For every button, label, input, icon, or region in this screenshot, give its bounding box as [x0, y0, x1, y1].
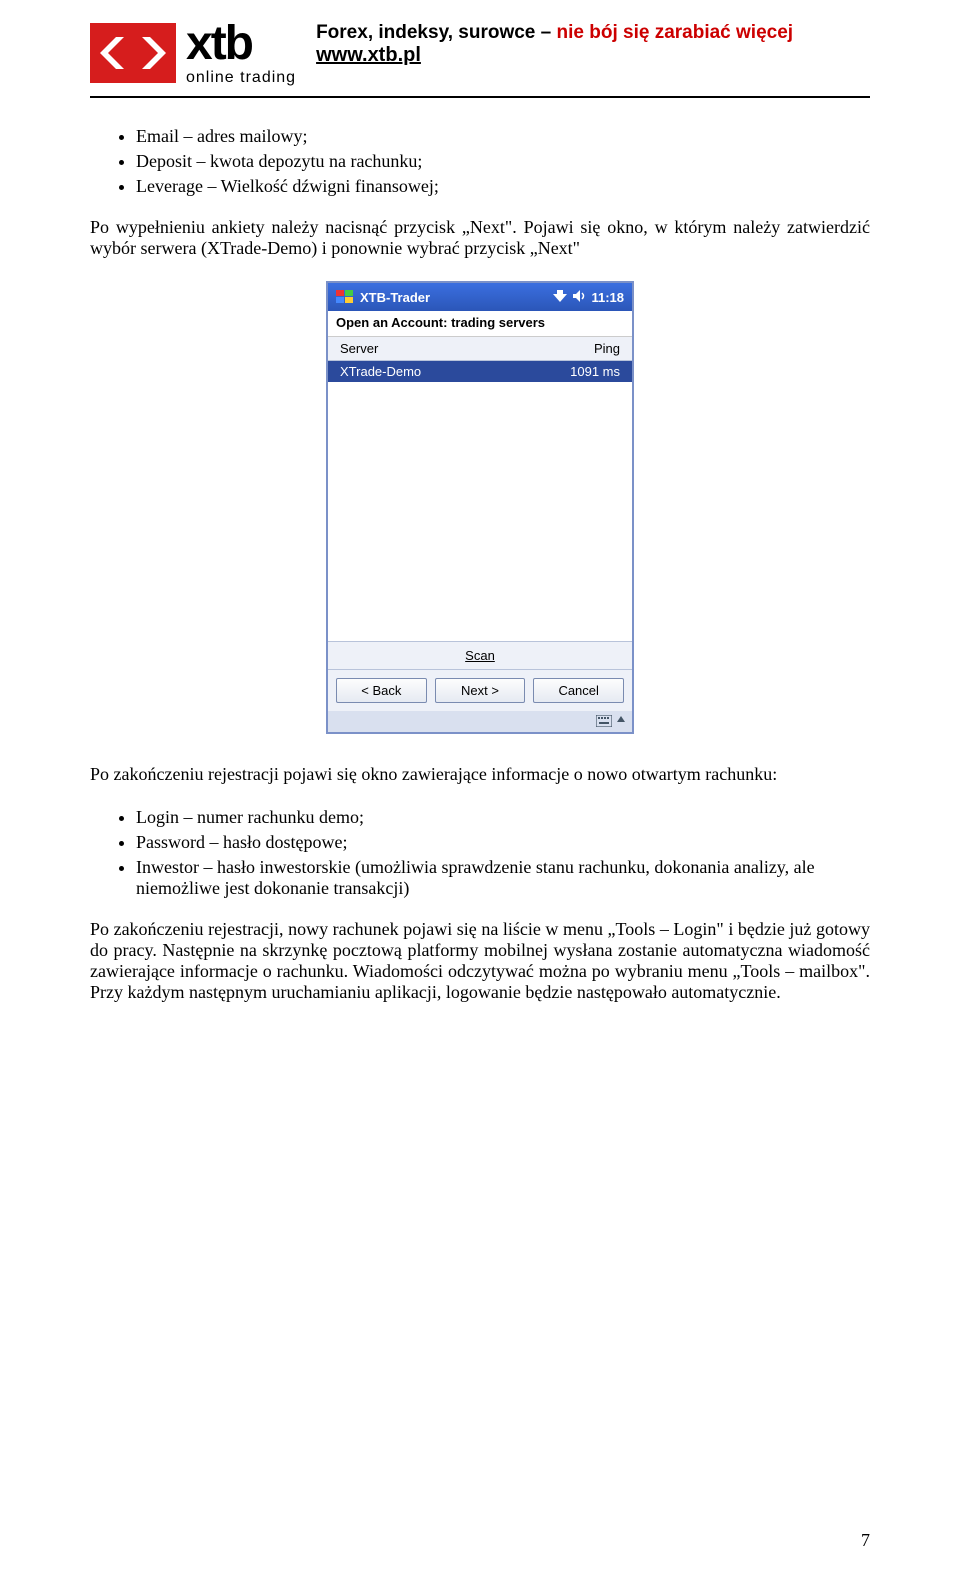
- phone-subtitle: Open an Account: trading servers: [328, 311, 632, 337]
- phone-list-body: [328, 382, 632, 642]
- header-url: www.xtb.pl: [316, 44, 793, 67]
- col-ping: Ping: [594, 341, 620, 356]
- list-item: Password – hasło dostępowe;: [136, 832, 870, 853]
- cancel-button[interactable]: Cancel: [533, 678, 624, 703]
- col-server: Server: [340, 341, 378, 356]
- phone-app-title: XTB-Trader: [360, 290, 430, 305]
- back-button[interactable]: < Back: [336, 678, 427, 703]
- windows-logo-icon: [336, 290, 354, 304]
- logo-text: xtb: [186, 20, 296, 68]
- phone-clock: 11:18: [591, 290, 624, 305]
- next-button[interactable]: Next >: [435, 678, 526, 703]
- phone-titlebar: XTB-Trader 11:18: [328, 283, 632, 311]
- scan-label: Scan: [465, 648, 495, 663]
- logo-mark-icon: [90, 23, 176, 83]
- header-tagline: Forex, indeksy, surowce – nie bój się za…: [316, 22, 793, 44]
- tagline-part2-red: nie bój się zarabiać więcej: [557, 22, 794, 43]
- up-arrow-icon[interactable]: [616, 713, 626, 728]
- server-name: XTrade-Demo: [340, 364, 421, 379]
- server-ping: 1091 ms: [570, 364, 620, 379]
- paragraph-1: Po wypełnieniu ankiety należy nacisnąć p…: [90, 217, 870, 259]
- page-header: xtb online trading Forex, indeksy, surow…: [90, 20, 870, 86]
- scan-button[interactable]: Scan: [328, 642, 632, 670]
- phone-status-bar: [328, 711, 632, 732]
- page-number: 7: [861, 1530, 870, 1551]
- sound-icon: [573, 290, 585, 305]
- phone-screenshot: XTB-Trader 11:18 Open an Account: tradin…: [326, 281, 634, 734]
- list-item: Leverage – Wielkość dźwigni finansowej;: [136, 176, 870, 197]
- list-item: Email – adres mailowy;: [136, 126, 870, 147]
- paragraph-2: Po zakończeniu rejestracji pojawi się ok…: [90, 764, 870, 785]
- bullet-list-2: Login – numer rachunku demo; Password – …: [136, 807, 870, 899]
- signal-icon: [553, 290, 567, 305]
- phone-table-header: Server Ping: [328, 337, 632, 361]
- paragraph-3: Po zakończeniu rejestracji, nowy rachune…: [90, 919, 870, 1003]
- tagline-part1: Forex, indeksy, surowce –: [316, 22, 556, 43]
- list-item: Deposit – kwota depozytu na rachunku;: [136, 151, 870, 172]
- logo: xtb online trading: [90, 20, 296, 86]
- server-row[interactable]: XTrade-Demo 1091 ms: [328, 361, 632, 382]
- keyboard-icon[interactable]: [596, 715, 612, 727]
- bullet-list-1: Email – adres mailowy; Deposit – kwota d…: [136, 126, 870, 197]
- list-item: Inwestor – hasło inwestorskie (umożliwia…: [136, 857, 870, 899]
- header-divider: [90, 96, 870, 98]
- list-item: Login – numer rachunku demo;: [136, 807, 870, 828]
- logo-subtext: online trading: [186, 70, 296, 86]
